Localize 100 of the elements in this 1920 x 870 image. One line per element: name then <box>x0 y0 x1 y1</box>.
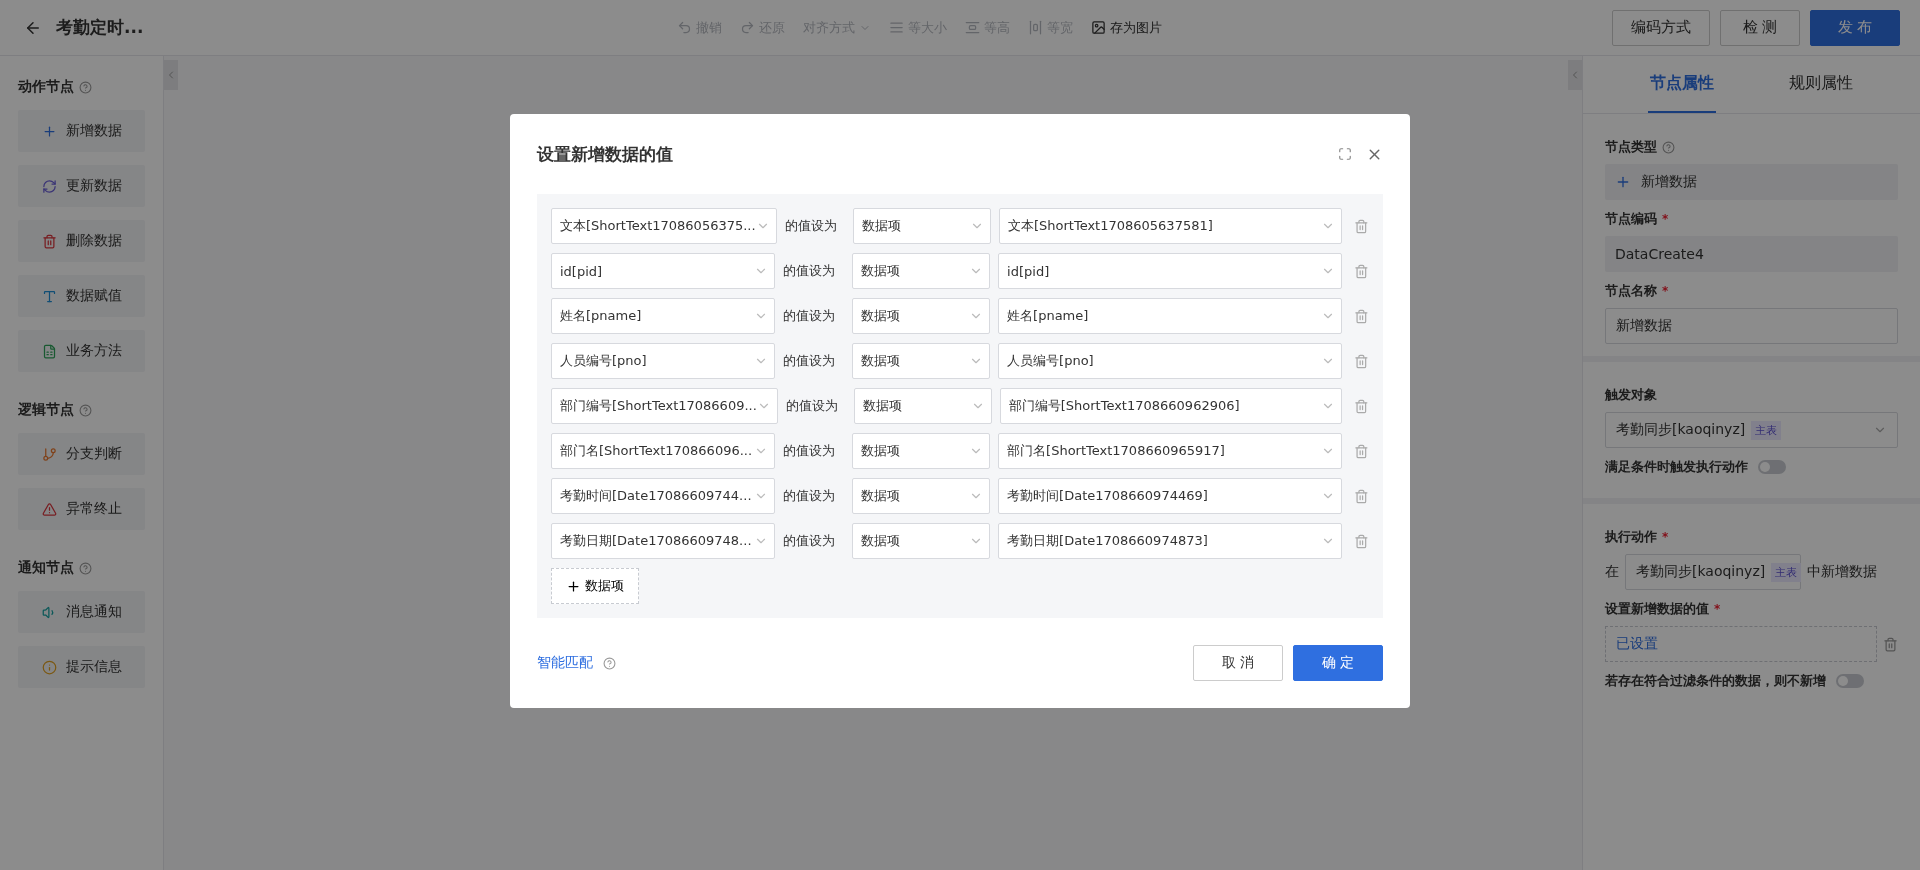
value-select[interactable]: 部门编号[ShortText1708660962906] <box>999 388 1343 424</box>
trash-icon[interactable] <box>1354 533 1369 549</box>
node-item[interactable]: 新增数据 <box>18 110 145 152</box>
toggle-label: 若存在符合过滤条件的数据，则不新增 <box>1605 672 1826 690</box>
field-select[interactable]: 部门名[ShortText170866096... <box>551 433 776 469</box>
header-button[interactable]: 检 测 <box>1720 9 1800 46</box>
connector-text: 的值设为 <box>785 397 839 415</box>
add-item-button[interactable]: 数据项 <box>551 568 639 604</box>
node-item[interactable]: 更新数据 <box>18 165 145 207</box>
value-select[interactable]: 人员编号[pno] <box>998 343 1343 379</box>
connector-text: 的值设为 <box>783 532 837 550</box>
value-select[interactable]: 考勤时间[Date1708660974469] <box>998 478 1343 514</box>
width-icon <box>1027 20 1043 35</box>
trigger-select[interactable]: 考勤同步[kaoqinyz] 主表 <box>1605 412 1898 448</box>
source-select[interactable]: 数据项 <box>854 388 992 424</box>
plus-icon <box>1615 174 1631 190</box>
trash-icon[interactable] <box>1354 218 1369 234</box>
refresh-icon <box>41 178 57 194</box>
trash-icon[interactable] <box>1354 263 1369 279</box>
source-select[interactable]: 数据项 <box>853 208 991 244</box>
source-select[interactable]: 数据项 <box>852 253 991 289</box>
source-select[interactable]: 数据项 <box>852 478 991 514</box>
required-mark: * <box>1662 530 1669 544</box>
field-select[interactable]: 人员编号[pno] <box>551 343 776 379</box>
field-select[interactable]: 考勤时间[Date17086609744... <box>551 478 776 514</box>
source-select[interactable]: 数据项 <box>852 298 991 334</box>
source-select[interactable]: 数据项 <box>852 523 991 559</box>
values-field[interactable]: 已设置 <box>1605 626 1877 662</box>
value-select[interactable]: 部门名[ShortText1708660965917] <box>998 433 1343 469</box>
height-icon <box>964 20 980 35</box>
panel-tab[interactable]: 规则属性 <box>1786 56 1855 113</box>
field-label: 节点编码 <box>1605 210 1657 228</box>
warning-icon <box>41 501 57 517</box>
node-name-field[interactable]: 新增数据 <box>1605 308 1898 344</box>
plus-icon <box>41 123 57 139</box>
trash-icon[interactable] <box>1354 443 1369 459</box>
trash-icon[interactable] <box>1354 308 1369 324</box>
connector-text: 的值设为 <box>784 217 838 235</box>
node-item[interactable]: 消息通知 <box>18 591 145 633</box>
trash-icon[interactable] <box>1354 488 1369 504</box>
group-title: 逻辑节点 <box>18 401 74 419</box>
source-select[interactable]: 数据项 <box>852 433 991 469</box>
node-item[interactable]: 数据赋值 <box>18 275 145 317</box>
node-item[interactable]: 分支判断 <box>18 433 145 475</box>
node-code-field: DataCreate4 <box>1605 236 1898 272</box>
smart-match-link[interactable]: 智能匹配 <box>537 654 593 672</box>
connector-text: 的值设为 <box>783 352 837 370</box>
panel-tab[interactable]: 节点属性 <box>1648 56 1717 113</box>
trash-icon[interactable] <box>1354 398 1369 414</box>
dialog-title: 设置新增数据的值 <box>537 142 674 166</box>
suffix-text: 中新增数据 <box>1807 563 1877 581</box>
source-select[interactable]: 数据项 <box>852 343 991 379</box>
header-button[interactable]: 编码方式 <box>1612 9 1710 46</box>
image-icon <box>1090 20 1106 35</box>
group-title: 动作节点 <box>18 78 74 96</box>
toolbar-button[interactable]: 存为图片 <box>1090 18 1162 37</box>
group-title: 通知节点 <box>18 559 74 577</box>
toggle-switch[interactable] <box>1836 674 1864 688</box>
node-item[interactable]: 业务方法 <box>18 330 145 372</box>
value-select[interactable]: 考勤日期[Date1708660974873] <box>998 523 1343 559</box>
field-select[interactable]: id[pid] <box>551 253 776 289</box>
form-icon <box>41 343 57 359</box>
collapse-handle[interactable] <box>1568 60 1582 90</box>
maximize-icon[interactable] <box>1338 147 1352 161</box>
help-icon <box>603 656 616 670</box>
field-label: 节点名称 <box>1605 282 1657 300</box>
redo-icon <box>739 20 755 35</box>
table-tag: 主表 <box>1771 562 1802 582</box>
field-select[interactable]: 文本[ShortText17086056375... <box>551 208 777 244</box>
undo-icon <box>676 20 692 35</box>
collapse-handle[interactable] <box>164 60 178 90</box>
value-select[interactable]: 文本[ShortText1708605637581] <box>998 208 1343 244</box>
node-item[interactable]: 提示信息 <box>18 646 145 688</box>
confirm-button[interactable]: 确 定 <box>1293 645 1383 681</box>
trash-icon[interactable] <box>1354 353 1369 369</box>
trash-icon[interactable] <box>1883 636 1898 652</box>
required-mark: * <box>1714 602 1721 616</box>
cancel-button[interactable]: 取 消 <box>1193 645 1283 681</box>
page-title: 考勤定时... <box>56 16 145 39</box>
field-select[interactable]: 部门编号[ShortText17086609... <box>551 388 778 424</box>
table-tag: 主表 <box>1751 420 1782 440</box>
required-mark: * <box>1662 284 1669 298</box>
toggle-label: 满足条件时触发执行动作 <box>1605 458 1748 476</box>
field-label: 执行动作 <box>1605 528 1657 546</box>
field-label: 设置新增数据的值 <box>1605 600 1709 618</box>
info-icon <box>41 659 57 675</box>
publish-button[interactable]: 发 布 <box>1810 9 1900 46</box>
action-select[interactable]: 考勤同步[kaoqinyz] 主表 <box>1625 554 1801 590</box>
node-item[interactable]: 异常终止 <box>18 488 145 530</box>
connector-text: 的值设为 <box>783 442 837 460</box>
field-select[interactable]: 考勤日期[Date17086609748... <box>551 523 776 559</box>
toggle-switch[interactable] <box>1758 460 1786 474</box>
node-type-field: 新增数据 <box>1605 164 1898 200</box>
node-item[interactable]: 删除数据 <box>18 220 145 262</box>
value-select[interactable]: 姓名[pname] <box>998 298 1343 334</box>
field-select[interactable]: 姓名[pname] <box>551 298 776 334</box>
trash-icon <box>41 233 57 249</box>
lines-icon <box>888 20 904 35</box>
value-select[interactable]: id[pid] <box>998 253 1343 289</box>
connector-text: 的值设为 <box>783 487 837 505</box>
